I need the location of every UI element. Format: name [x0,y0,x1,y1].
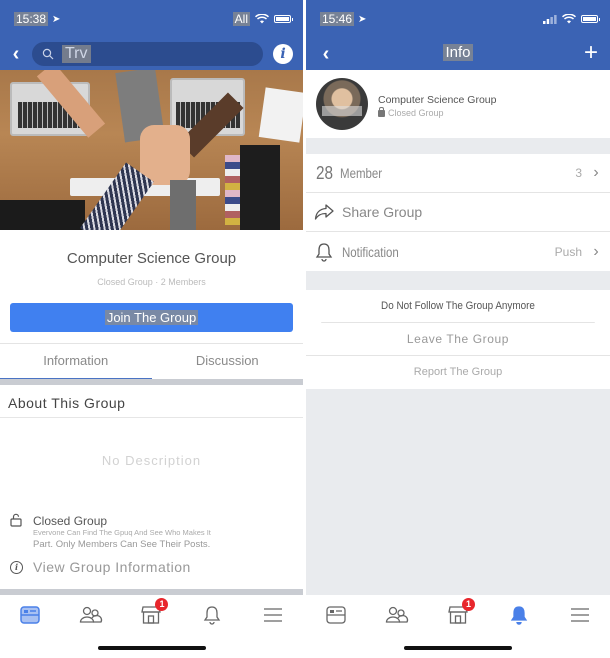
view-group-info-label: View Group Information [33,559,191,575]
wifi-icon [562,14,576,24]
bell-icon [306,242,342,262]
app-screens: 15:38 ➤ All ‹ Trv i Computer Science Gro… [0,0,610,658]
share-icon [306,204,342,220]
tab-menu[interactable] [565,603,595,627]
group-tabs: Information Discussion [0,343,304,380]
search-query: Trv [62,45,91,63]
share-group-label: Share Group [342,204,423,220]
nav-header: 15:38 ➤ All ‹ Trv i [0,0,303,70]
location-arrow-icon: ➤ [358,13,367,25]
groups-icon [79,606,103,623]
group-actions-list: Do Not Follow The Group Anymore Leave Th… [306,290,610,389]
group-profile-row[interactable]: Computer Science Group Closed Group [306,70,610,138]
group-header: Computer Science Group Closed Group · 2 … [0,230,303,342]
members-count: 3 [575,166,582,180]
status-bar: 15:46 ➤ [320,10,600,28]
location-arrow-icon: ➤ [52,13,61,25]
group-name: Computer Science Group [66,250,237,267]
members-row[interactable]: 28 Member 3 › [306,154,610,193]
search-icon [42,48,54,60]
battery-icon [274,15,293,23]
members-label: Member [340,165,383,181]
tab-marketplace[interactable]: 1 [136,598,169,627]
tab-groups[interactable] [382,603,412,627]
tab-menu[interactable] [258,603,288,627]
members-icon: 28 [316,162,334,183]
status-bar: 15:38 ➤ All [14,10,293,28]
group-privacy: Closed Group [388,108,444,118]
battery-icon [581,15,600,23]
tab-discussion[interactable]: Discussion [152,344,304,379]
join-group-button[interactable]: Join The Group [10,303,293,332]
lock-open-icon [10,513,22,527]
tab-information[interactable]: Information [0,344,152,380]
notifications-row[interactable]: Notification Push › [306,232,610,271]
tab-marketplace[interactable]: 1 [443,598,475,627]
home-indicator[interactable] [404,646,512,650]
group-page-screen: 15:38 ➤ All ‹ Trv i Computer Science Gro… [0,0,303,658]
group-info-screen: 15:46 ➤ ‹ Info + Computer Science Group … [306,0,610,658]
hamburger-menu-icon [263,608,282,622]
tab-news-feed[interactable] [321,603,351,627]
news-feed-icon [326,606,347,624]
tab-groups[interactable] [76,603,106,627]
bottom-tab-bar: 1 [0,595,303,658]
leave-group-button[interactable]: Leave The Group [306,323,610,356]
info-circle-icon: i [10,561,23,574]
info-button[interactable]: i [273,44,293,64]
chevron-right-icon: › [593,164,599,181]
page-title: Info [443,44,473,61]
notifications-label: Notification [342,243,399,260]
carrier-label: All [232,12,250,26]
marketplace-badge: 1 [461,598,475,611]
about-title: About This Group [8,395,126,411]
lock-icon [378,106,385,117]
group-cover-photo[interactable] [0,70,303,230]
bell-icon [510,606,527,625]
share-group-row[interactable]: Share Group [306,193,610,232]
privacy-description-line1: Evervone Can Find The Gpuq And See Who M… [33,528,211,537]
notifications-value: Push [554,244,582,259]
privacy-description-line2: Part. Only Members Can See Their Posts. [33,539,211,550]
home-indicator[interactable] [97,646,206,650]
group-avatar [316,78,368,130]
nav-header: 15:46 ➤ ‹ Info + [306,0,610,70]
add-button[interactable]: + [584,40,598,66]
tab-notifications[interactable] [197,603,227,627]
back-button[interactable]: ‹ [0,43,32,66]
bell-icon [203,606,221,625]
unfollow-group-button[interactable]: Do Not Follow The Group Anymore [321,290,595,323]
chevron-right-icon: › [593,242,599,260]
about-section: About This Group No Description Closed G… [0,385,303,589]
join-group-label: Join The Group [104,310,199,325]
tab-notifications[interactable] [504,603,534,627]
status-time: 15:38 [14,12,49,26]
hamburger-menu-icon [570,608,589,622]
news-feed-icon [20,606,41,624]
no-description-text: No Description [101,453,202,468]
group-meta: Closed Group · 2 Members [97,277,206,287]
tab-news-feed[interactable] [15,603,45,627]
bottom-tab-bar: 1 [306,595,610,658]
report-group-button[interactable]: Report The Group [306,356,610,389]
status-time: 15:46 [320,12,355,26]
marketplace-badge: 1 [155,598,169,611]
group-name: Computer Science Group [378,94,497,106]
groups-icon [386,606,409,623]
group-info-list: 28 Member 3 › Share Group Notification P… [306,154,610,271]
search-input[interactable]: Trv [32,42,263,66]
cellular-signal-icon [543,14,557,24]
wifi-icon [255,14,269,24]
privacy-title: Closed Group [33,514,108,528]
